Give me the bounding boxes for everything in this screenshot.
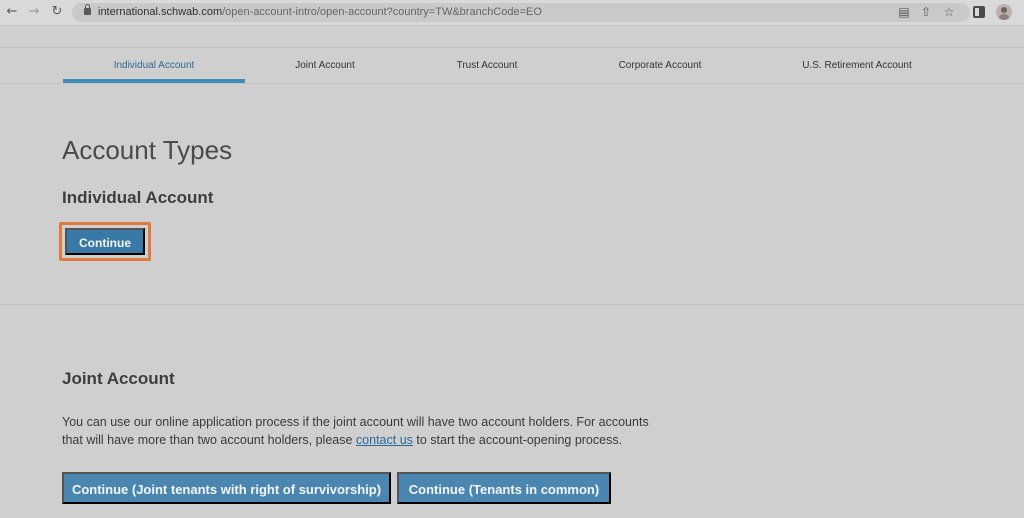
joint-account-description: You can use our online application proce…	[62, 413, 662, 449]
star-icon[interactable]: ☆	[941, 4, 957, 20]
description-text-end: to start the account-opening process.	[412, 433, 623, 447]
tab-us-retirement-account[interactable]: U.S. Retirement Account	[782, 48, 932, 84]
url-path: /open-account-intro/open-account?country…	[222, 6, 542, 18]
profile-avatar[interactable]	[996, 4, 1012, 20]
reload-icon[interactable]: ↻	[49, 4, 65, 20]
forward-arrow-icon[interactable]: →	[26, 4, 42, 20]
side-panel-icon[interactable]	[973, 6, 985, 18]
section-divider	[0, 304, 1024, 305]
share-icon[interactable]: ⇧	[918, 4, 934, 20]
continue-tenants-in-common-button[interactable]: Continue (Tenants in common)	[397, 472, 611, 504]
joint-account-heading: Joint Account	[62, 369, 175, 388]
back-arrow-icon[interactable]: ←	[4, 4, 20, 20]
continue-joint-tenants-button[interactable]: Continue (Joint tenants with right of su…	[62, 472, 391, 504]
translate-icon[interactable]: ▤	[896, 4, 912, 20]
continue-button[interactable]: Continue	[65, 228, 145, 255]
individual-account-heading: Individual Account	[62, 188, 214, 207]
url-host: international.schwab.com	[98, 6, 223, 18]
lock-icon[interactable]	[84, 4, 91, 15]
url-text[interactable]: international.schwab.com/open-account-in…	[98, 6, 542, 19]
browser-toolbar: ← → ↻ international.schwab.com/open-acco…	[0, 0, 1024, 26]
tab-corporate-account[interactable]: Corporate Account	[600, 48, 720, 84]
active-tab-indicator	[63, 79, 245, 83]
contact-us-link[interactable]: contact us	[356, 433, 413, 447]
tab-trust-account[interactable]: Trust Account	[427, 48, 547, 84]
page-header-strip	[0, 26, 1024, 48]
tab-joint-account[interactable]: Joint Account	[265, 48, 385, 84]
page-title: Account Types	[62, 135, 233, 165]
